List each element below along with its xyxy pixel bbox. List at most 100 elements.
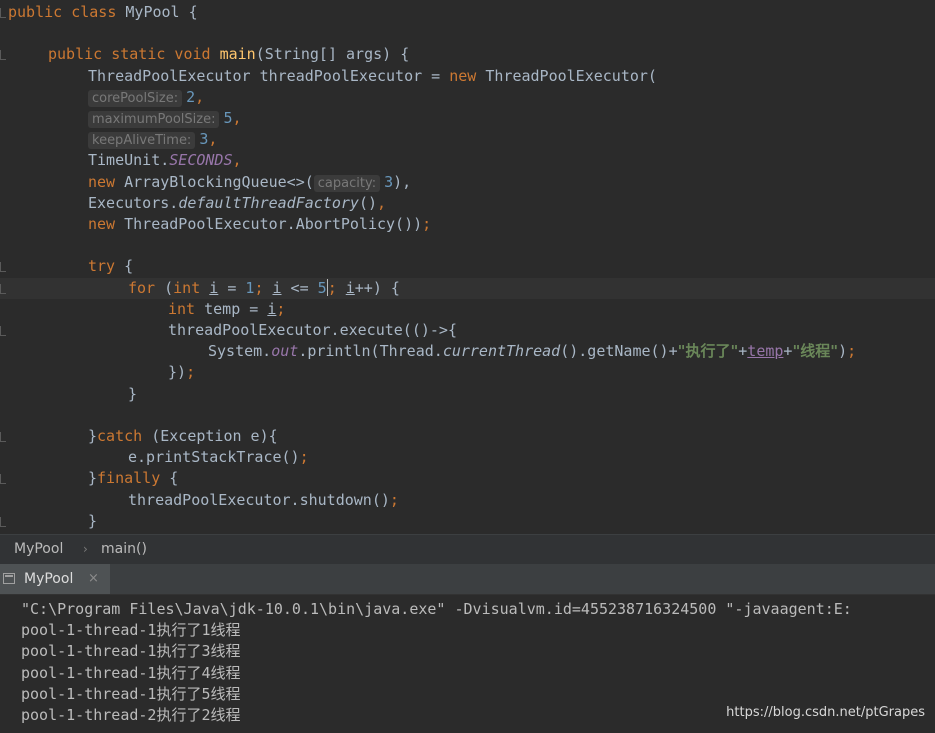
code-token: {: [169, 469, 179, 488]
console-line: pool-1-thread-2执行了2线程: [21, 706, 241, 724]
code-token: ,: [232, 109, 242, 127]
code-token: ): [838, 342, 848, 361]
code-token: ++) {: [354, 278, 400, 297]
code-token: {: [124, 257, 134, 276]
fold-marker-icon[interactable]: [0, 50, 6, 61]
code-token: defaultThreadFactory: [178, 193, 359, 212]
code-token: ;: [422, 215, 432, 233]
code-token: <=: [281, 278, 318, 297]
code-token: 5: [317, 278, 327, 297]
code-token: ThreadPoolExecutor threadPoolExecutor =: [88, 66, 450, 85]
code-token: for: [128, 278, 165, 297]
console-output[interactable]: "C:\Program Files\Java\jdk-10.0.1\bin\ja…: [0, 595, 935, 733]
console-line: pool-1-thread-1执行了3线程: [21, 642, 241, 661]
code-line[interactable]: TimeUnit.SECONDS,: [88, 150, 242, 171]
code-token: (): [358, 193, 377, 212]
code-token: new: [88, 172, 125, 191]
run-tab-label: MyPool: [24, 571, 74, 587]
console-line: pool-1-thread-1执行了5线程: [21, 684, 241, 703]
code-token: threadPoolExecutor.execute(()->{: [168, 321, 457, 339]
run-tab-mypool[interactable]: MyPool ×: [0, 564, 110, 594]
breadcrumb-method[interactable]: main(): [101, 535, 147, 564]
code-line[interactable]: maximumPoolSize: 5,: [88, 108, 242, 129]
code-token: Executors.: [88, 193, 179, 212]
code-line[interactable]: new ThreadPoolExecutor.AbortPolicy());: [88, 214, 431, 235]
code-token: new: [449, 66, 486, 85]
code-token: out: [271, 342, 299, 361]
parameter-hint: capacity:: [313, 174, 381, 192]
code-token: }: [88, 511, 98, 530]
code-line[interactable]: keepAliveTime: 3,: [88, 129, 217, 150]
code-line[interactable]: threadPoolExecutor.shutdown();: [128, 490, 399, 511]
console-icon: [3, 573, 15, 584]
fold-marker-icon[interactable]: [0, 262, 6, 273]
run-tool-window-tabs: MyPool ×: [0, 564, 935, 595]
code-token: 2: [186, 87, 196, 106]
fold-marker-icon[interactable]: [0, 283, 6, 294]
code-line[interactable]: }: [88, 511, 97, 532]
code-line[interactable]: try {: [88, 256, 133, 277]
watermark: https://blog.csdn.net/ptGrapes: [726, 705, 925, 720]
close-icon[interactable]: ×: [88, 564, 99, 594]
code-token: ThreadPoolExecutor.AbortPolicy()): [124, 215, 423, 233]
code-line[interactable]: System.out.println(Thread.currentThread(…: [208, 341, 856, 362]
code-token: ().getName()+: [560, 342, 678, 361]
code-token: temp =: [204, 299, 268, 318]
code-token: (String[] args) {: [255, 45, 410, 64]
code-token: "线程": [792, 342, 839, 361]
code-token: }): [168, 363, 187, 382]
parameter-hint: keepAliveTime:: [88, 132, 196, 150]
code-token: threadPoolExecutor.shutdown(): [128, 490, 390, 509]
code-line[interactable]: corePoolSize: 2,: [88, 87, 204, 108]
code-token: }: [128, 384, 138, 403]
code-line[interactable]: });: [168, 362, 195, 383]
code-token: ,: [232, 151, 242, 170]
code-token: ,: [377, 193, 387, 212]
code-token: ,: [208, 130, 218, 149]
breadcrumb-class[interactable]: MyPool: [14, 535, 63, 564]
code-token: int: [168, 299, 205, 318]
code-editor[interactable]: public class MyPool { public static void …: [0, 0, 935, 534]
code-line[interactable]: for (int i = 1; i <= 5; i++) {: [128, 278, 400, 299]
code-token: int: [173, 278, 210, 297]
code-line[interactable]: public static void main(String[] args) {: [48, 44, 409, 65]
code-token: 3: [384, 172, 394, 191]
code-token: }: [88, 469, 98, 488]
code-token: try: [88, 257, 125, 276]
code-token: MyPool {: [125, 3, 198, 21]
code-token: ,: [195, 87, 205, 106]
code-token: ;: [254, 278, 273, 297]
code-token: 3: [199, 130, 209, 149]
code-token: i: [272, 278, 282, 297]
breadcrumb: MyPool › main(): [0, 534, 935, 564]
code-line[interactable]: threadPoolExecutor.execute(()->{: [168, 320, 457, 341]
code-line[interactable]: new ArrayBlockingQueue<>(capacity: 3),: [88, 172, 411, 193]
code-token: temp: [747, 342, 784, 361]
code-token: i: [209, 278, 219, 297]
code-line[interactable]: }catch (Exception e){: [88, 426, 278, 447]
code-token: currentThread: [442, 342, 561, 361]
code-token: finally: [97, 469, 170, 488]
code-line[interactable]: ThreadPoolExecutor threadPoolExecutor = …: [88, 66, 657, 87]
code-token: System.: [208, 342, 272, 361]
fold-marker-icon[interactable]: [0, 516, 6, 527]
code-token: i: [345, 278, 355, 297]
fold-marker-icon[interactable]: [0, 8, 6, 18]
code-token: ;: [186, 363, 196, 382]
code-token: main: [219, 45, 256, 64]
fold-marker-icon[interactable]: [0, 474, 6, 485]
code-line[interactable]: }finally {: [88, 468, 178, 489]
fold-marker-icon[interactable]: [0, 326, 6, 336]
code-token: TimeUnit.: [88, 151, 170, 170]
code-line[interactable]: Executors.defaultThreadFactory(),: [88, 193, 386, 214]
code-token: ;: [327, 278, 346, 297]
code-token: catch: [97, 427, 152, 445]
console-line: pool-1-thread-1执行了4线程: [21, 663, 241, 682]
code-line[interactable]: e.printStackTrace();: [128, 447, 309, 468]
code-line[interactable]: int temp = i;: [168, 299, 285, 320]
code-token: }: [88, 427, 98, 445]
code-token: new: [88, 215, 125, 233]
fold-marker-icon[interactable]: [0, 432, 6, 442]
code-line[interactable]: }: [128, 384, 137, 405]
code-line[interactable]: public class MyPool {: [8, 2, 198, 23]
